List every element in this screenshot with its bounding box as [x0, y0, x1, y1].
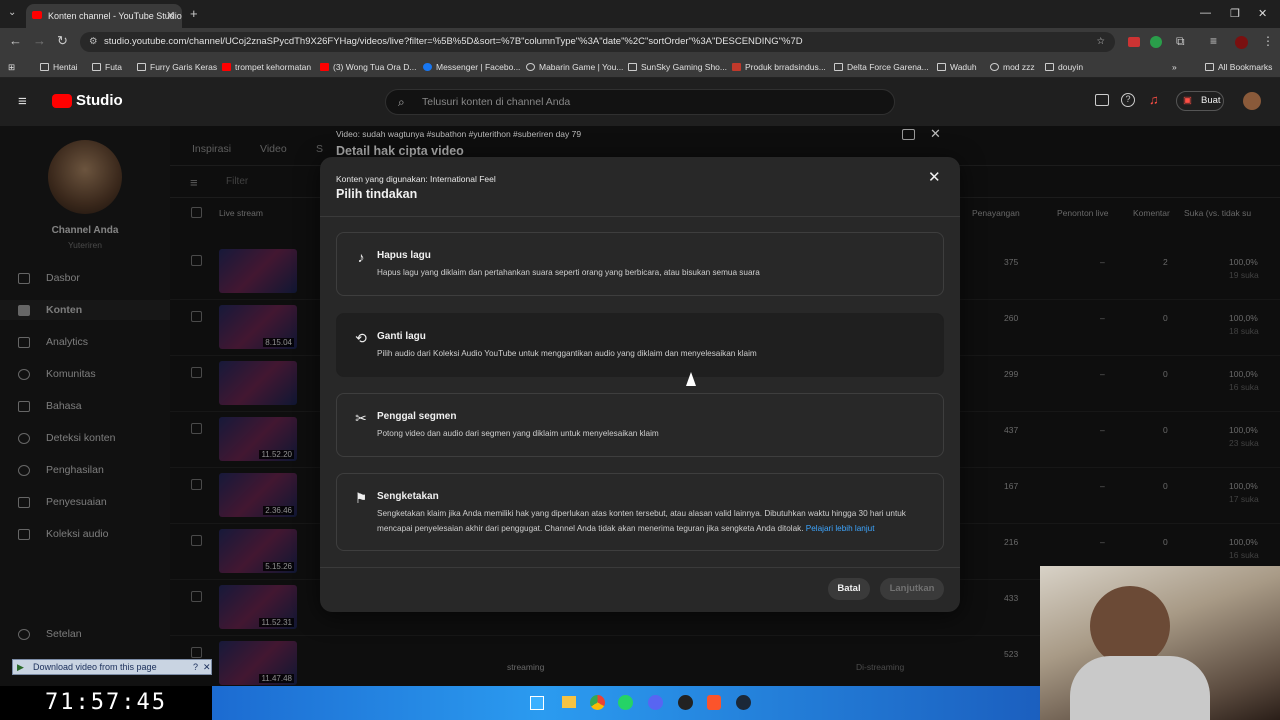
browser-menu-icon[interactable]: ⋮	[1262, 34, 1274, 48]
search-icon: ⌕	[398, 95, 405, 109]
bookmark-11[interactable]: Waduh	[937, 59, 977, 75]
hamburger-menu-icon[interactable]: ≡	[18, 93, 27, 110]
tab-list-icon[interactable]: ⌄	[8, 7, 16, 18]
window-close-icon[interactable]: ✕	[1258, 7, 1267, 20]
discord-icon[interactable]	[648, 695, 663, 710]
apps-icon[interactable]: ⊞	[8, 59, 15, 75]
new-tab-icon[interactable]: +	[190, 6, 198, 21]
account-avatar[interactable]	[1243, 92, 1261, 110]
extension-icon[interactable]	[1128, 37, 1140, 47]
help-small-icon[interactable]: ?	[193, 660, 198, 674]
dialog-close-icon[interactable]: ✕	[928, 168, 941, 186]
option-remove-song[interactable]: ♪ Hapus lagu Hapus lagu yang diklaim dan…	[336, 232, 944, 296]
webcam-person	[1090, 586, 1170, 666]
dialog-footer-divider	[320, 567, 960, 568]
url-text: studio.youtube.com/channel/UCoj2znaSPycd…	[104, 36, 803, 47]
mouse-cursor-icon	[686, 372, 696, 386]
dialog-divider	[320, 216, 960, 217]
notifications-bell-icon[interactable]: ♫	[1149, 92, 1159, 107]
start-icon[interactable]	[530, 696, 544, 710]
music-note-icon: ♪	[357, 249, 365, 265]
bookmark-star-icon[interactable]: ☆	[1096, 32, 1105, 52]
studio-logo-text[interactable]: Studio	[76, 92, 123, 109]
stream-timer: 71:57:45	[0, 686, 212, 720]
swap-music-icon: ⟲	[355, 330, 367, 346]
all-bookmarks[interactable]: All Bookmarks	[1205, 59, 1272, 75]
minimize-icon[interactable]: —	[1200, 7, 1211, 19]
tab-close-icon[interactable]: ✕	[166, 9, 175, 22]
restore-icon[interactable]: ❐	[1230, 7, 1240, 20]
extension-icon-2[interactable]	[1150, 36, 1162, 48]
bookmark-13[interactable]: douyin	[1045, 59, 1083, 75]
bookmark-6[interactable]: Messenger | Facebo...	[423, 59, 520, 75]
steam-icon[interactable]	[736, 695, 751, 710]
webcam-overlay	[1040, 566, 1280, 720]
file-explorer-icon[interactable]	[562, 696, 576, 708]
bg-dialog-video-line: Video: sudah wagtunya #subathon #yuterit…	[336, 129, 582, 139]
bookmark-7[interactable]: Mabarin Game | You...	[526, 59, 623, 75]
close-small-icon[interactable]: ✕	[203, 660, 211, 674]
download-video-bar[interactable]: ▶ Download video from this page ? ✕	[12, 659, 212, 675]
brave-icon[interactable]	[707, 695, 721, 710]
create-button[interactable]: ▣ Buat	[1176, 91, 1224, 111]
bookmark-5[interactable]: (3) Wong Tua Ora D...	[320, 59, 416, 75]
bookmark-12[interactable]: mod zzz	[990, 59, 1035, 75]
obs-icon[interactable]	[678, 695, 693, 710]
webcam-shirt	[1070, 656, 1210, 720]
reload-icon[interactable]: ↻	[57, 33, 68, 49]
bookmark-10[interactable]: Delta Force Garena...	[834, 59, 929, 75]
dialog-title: Pilih tindakan	[336, 187, 418, 201]
option-replace-song[interactable]: ⟲ Ganti lagu Pilih audio dari Koleksi Au…	[336, 313, 944, 377]
continue-button[interactable]: Lanjutkan	[880, 578, 944, 600]
option-trim-segment[interactable]: ✂ Penggal segmen Potong video dan audio …	[336, 393, 944, 457]
bookmark-4[interactable]: trompet kehormatan	[222, 59, 311, 75]
profile-avatar[interactable]	[1235, 36, 1248, 49]
flag-icon: ⚑	[354, 490, 368, 506]
bg-feedback-icon[interactable]	[902, 129, 915, 140]
extensions-icon[interactable]: ⧉	[1176, 34, 1185, 49]
bookmark-8[interactable]: SunSky Gaming Sho...	[628, 59, 727, 75]
chrome-icon[interactable]	[590, 695, 605, 710]
browser-tab[interactable]: Konten channel - YouTube Studio ✕	[26, 4, 182, 28]
option-dispute[interactable]: ⚑ Sengketakan Sengketakan klaim jika And…	[336, 473, 944, 551]
site-info-icon[interactable]: ⚙	[89, 32, 98, 52]
learn-more-link[interactable]: Pelajari lebih lanjut	[806, 524, 875, 533]
content-used-label: Konten yang digunakan: International Fee…	[336, 174, 496, 184]
forward-icon[interactable]: →	[33, 33, 46, 48]
whatsapp-icon[interactable]	[618, 695, 633, 710]
help-icon[interactable]: ?	[1121, 93, 1135, 107]
bg-dialog-title: Detail hak cipta video	[336, 144, 464, 158]
play-icon: ▶	[17, 662, 24, 672]
youtube-favicon-icon	[32, 11, 42, 19]
bookmark-9[interactable]: Produk brradsindus...	[732, 59, 826, 75]
address-bar[interactable]: ⚙ studio.youtube.com/channel/UCoj2znaSPy…	[80, 32, 1115, 52]
cancel-button[interactable]: Batal	[828, 578, 870, 600]
search-input[interactable]: ⌕ Telusuri konten di channel Anda	[385, 89, 895, 115]
camera-plus-icon: ▣	[1183, 95, 1192, 106]
more-bookmarks-icon[interactable]: »	[1172, 59, 1177, 75]
media-controls-icon[interactable]: ≡	[1210, 34, 1217, 48]
bookmark-1[interactable]: Hentai	[40, 59, 78, 75]
scissors-icon: ✂	[355, 410, 367, 426]
back-icon[interactable]: ←	[9, 33, 22, 48]
bookmark-2[interactable]: Futa	[92, 59, 122, 75]
bookmark-3[interactable]: Furry Garis Keras	[137, 59, 217, 75]
tab-title: Konten channel - YouTube Studio	[48, 11, 182, 21]
feedback-icon[interactable]	[1095, 94, 1109, 106]
bg-dialog-close-icon[interactable]: ✕	[930, 126, 941, 142]
youtube-logo-icon[interactable]	[52, 94, 72, 108]
